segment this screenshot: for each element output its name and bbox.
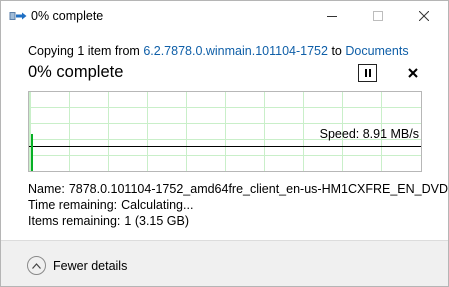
maximize-button[interactable] bbox=[355, 1, 401, 31]
fewer-details-label: Fewer details bbox=[53, 258, 128, 273]
copy-arrow-icon bbox=[9, 12, 27, 20]
percent-complete-heading: 0% complete bbox=[28, 63, 124, 81]
cancel-icon bbox=[408, 68, 418, 78]
file-copy-dialog: 0% complete Copying 1 item from 6.2.7878… bbox=[0, 0, 449, 287]
title-bar: 0% complete bbox=[1, 1, 448, 33]
close-icon bbox=[419, 11, 429, 21]
pause-icon bbox=[364, 69, 367, 77]
minimize-icon bbox=[327, 16, 337, 17]
maximize-icon bbox=[373, 11, 383, 21]
to-word: to bbox=[327, 44, 346, 58]
name-label: Name: bbox=[28, 182, 65, 196]
minimize-button[interactable] bbox=[309, 1, 355, 31]
name-value: 7878.0.101104-1752_amd64fre_client_en-us… bbox=[68, 182, 449, 196]
speed-bar bbox=[31, 134, 33, 171]
speed-label: Speed: 8.91 MB/s bbox=[319, 127, 419, 141]
time-label: Time remaining: bbox=[28, 198, 118, 212]
cancel-button[interactable] bbox=[406, 64, 420, 82]
items-value: 1 (3.15 GB) bbox=[124, 214, 190, 228]
fewer-details-toggle[interactable]: Fewer details bbox=[27, 256, 127, 275]
progress-fill bbox=[29, 92, 31, 171]
close-button[interactable] bbox=[401, 1, 447, 31]
time-value: Calculating... bbox=[121, 198, 194, 212]
detail-name: Name: 7878.0.101104-1752_amd64fre_client_… bbox=[28, 182, 449, 196]
detail-items: Items remaining: 1 (3.15 GB) bbox=[28, 214, 189, 228]
chevron-up-icon bbox=[27, 256, 46, 275]
items-label: Items remaining: bbox=[28, 214, 121, 228]
destination-link[interactable]: Documents bbox=[345, 44, 408, 58]
transfer-speed-graph: Speed: 8.91 MB/s bbox=[28, 91, 422, 172]
window-title: 0% complete bbox=[31, 9, 104, 23]
copy-summary: Copying 1 item from 6.2.7878.0.winmain.1… bbox=[28, 44, 409, 58]
pause-button[interactable] bbox=[358, 64, 377, 82]
source-link[interactable]: 6.2.7878.0.winmain.101104-1752 bbox=[143, 44, 328, 58]
footer: Fewer details bbox=[1, 241, 448, 286]
copying-prefix: Copying 1 item from bbox=[28, 44, 144, 58]
detail-time: Time remaining: Calculating... bbox=[28, 198, 193, 212]
